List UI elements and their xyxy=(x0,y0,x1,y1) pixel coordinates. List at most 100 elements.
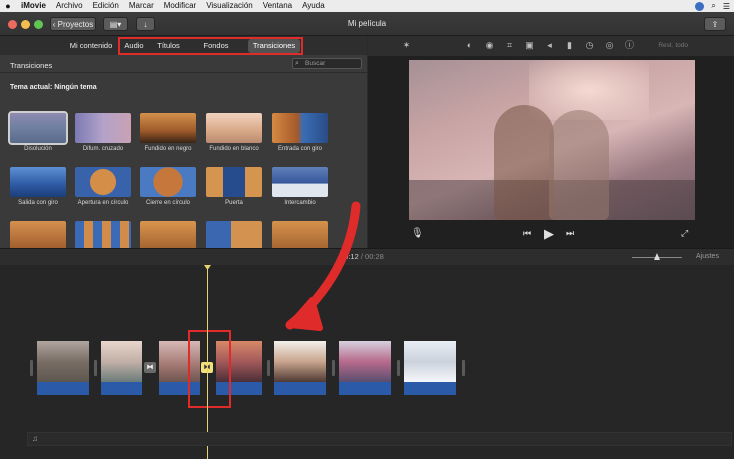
color-balance-icon[interactable]: ◐ xyxy=(464,40,475,51)
tab-mi-contenido[interactable]: Mi contenido xyxy=(66,39,116,53)
preview-person-left xyxy=(494,105,554,220)
search-input[interactable]: ⌕ Buscar xyxy=(292,58,362,69)
clip-edge-handle[interactable] xyxy=(94,360,97,376)
settings-button[interactable]: Ajustes xyxy=(696,253,719,260)
microphone-icon[interactable]: 🎙 xyxy=(411,228,424,239)
imovie-window: ● iMovie Archivo Edición Marcar Modifica… xyxy=(0,0,734,459)
transition-thumbnail xyxy=(206,167,262,197)
clip-thumbnail xyxy=(37,341,89,382)
clip-5[interactable] xyxy=(274,341,326,395)
menu-bar: ● iMovie Archivo Edición Marcar Modifica… xyxy=(0,0,734,12)
clip-6[interactable] xyxy=(339,341,391,395)
transition-label: Fundido en blanco xyxy=(209,146,259,152)
clip-edge-handle[interactable] xyxy=(30,360,33,376)
play-icon[interactable]: ▶ xyxy=(544,226,554,242)
clip-edge-handle[interactable] xyxy=(267,360,270,376)
reset-all-button[interactable]: Rest. todo xyxy=(658,40,688,51)
user-avatar-icon[interactable] xyxy=(695,1,705,11)
fullscreen-icon[interactable]: ⤢ xyxy=(681,228,688,239)
transition-label: Fundido en negro xyxy=(144,146,192,152)
transition-thumbnail xyxy=(8,111,68,145)
clip-7[interactable] xyxy=(404,341,456,395)
preview-person-right xyxy=(549,110,609,220)
transition-icon[interactable]: ⧓ xyxy=(144,362,156,373)
transition-label: Difum. cruzado xyxy=(82,146,124,152)
transition-disolucion[interactable]: Disolución xyxy=(8,111,68,152)
transition-label: Cierre en círculo xyxy=(145,200,190,206)
transition-thumbnail xyxy=(10,221,66,248)
transition-puerta[interactable]: Puerta xyxy=(206,167,262,206)
crop-icon[interactable]: ⌗ xyxy=(504,40,515,51)
skip-forward-icon[interactable]: ⏭ xyxy=(566,228,574,239)
total-time: 00:28 xyxy=(365,252,384,261)
section-title: Transiciones xyxy=(10,61,53,70)
playhead[interactable] xyxy=(207,265,208,459)
skip-back-icon[interactable]: ⏮ xyxy=(523,228,531,239)
background-music-well[interactable]: ♫ xyxy=(27,432,732,446)
transition-label: Intercambio xyxy=(284,200,316,206)
transition-item[interactable] xyxy=(272,221,328,248)
transition-thumbnail xyxy=(272,221,328,248)
transition-item[interactable] xyxy=(75,221,131,248)
list-menu-icon[interactable]: ☰ xyxy=(723,2,730,11)
browser-tab-bar: Mi contenido Audio Títulos Fondos Transi… xyxy=(0,36,367,55)
clip-edge-handle[interactable] xyxy=(397,360,400,376)
transition-thumbnail xyxy=(272,167,328,197)
transition-apertura-circulo[interactable]: Apertura en círculo xyxy=(75,167,131,206)
stabilization-icon[interactable]: ▣ xyxy=(524,40,535,51)
clip-thumbnail xyxy=(404,341,456,382)
transition-item[interactable] xyxy=(206,221,262,248)
clip-1[interactable] xyxy=(37,341,89,395)
menu-ayuda[interactable]: Ayuda xyxy=(297,0,330,12)
menu-edicion[interactable]: Edición xyxy=(88,0,124,12)
apple-menu-icon[interactable]: ● xyxy=(0,1,16,11)
clip-thumbnail xyxy=(274,341,326,382)
transition-item[interactable] xyxy=(10,221,66,248)
transition-cierre-circulo[interactable]: Cierre en círculo xyxy=(140,167,196,206)
menu-marcar[interactable]: Marcar xyxy=(124,0,159,12)
audio-waveform xyxy=(37,382,89,395)
transition-thumbnail xyxy=(206,221,262,248)
current-time: 00:12 xyxy=(340,252,359,261)
search-spotlight-icon[interactable]: ⌕ xyxy=(711,1,715,11)
clip-thumbnail xyxy=(101,341,142,382)
clip-edge-handle[interactable] xyxy=(462,360,465,376)
transition-salida-giro[interactable]: Salida con giro xyxy=(10,167,66,206)
transition-difum-cruzado[interactable]: Difum. cruzado xyxy=(75,113,131,152)
magic-wand-icon[interactable]: ✶ xyxy=(401,40,412,51)
transition-thumbnail xyxy=(140,113,196,143)
share-button[interactable]: ⇪ xyxy=(704,17,726,31)
audio-waveform xyxy=(404,382,456,395)
highlight-box-tabs xyxy=(118,37,303,55)
transition-label: Apertura en círculo xyxy=(77,200,129,206)
audio-waveform xyxy=(274,382,326,395)
search-placeholder: Buscar xyxy=(305,60,326,67)
noise-reduction-icon[interactable]: ▮ xyxy=(564,40,575,51)
menu-archivo[interactable]: Archivo xyxy=(51,0,88,12)
transition-fundido-negro[interactable]: Fundido en negro xyxy=(140,113,196,152)
menu-app-name[interactable]: iMovie xyxy=(16,0,51,12)
clip-thumbnail xyxy=(339,341,391,382)
menu-ventana[interactable]: Ventana xyxy=(258,0,297,12)
transition-fundido-blanco[interactable]: Fundido en blanco xyxy=(206,113,262,152)
transition-intercambio[interactable]: Intercambio xyxy=(272,167,328,206)
transition-entrada-giro[interactable]: Entrada con giro xyxy=(272,113,328,152)
window-title: Mi película xyxy=(347,19,387,28)
transition-thumbnail xyxy=(75,113,131,143)
clip-2[interactable] xyxy=(101,341,142,395)
menu-visualizacion[interactable]: Visualización xyxy=(201,0,258,12)
color-correction-icon[interactable]: ◉ xyxy=(484,40,495,51)
transition-label: Salida con giro xyxy=(18,200,58,206)
music-note-icon: ♫ xyxy=(32,434,38,443)
info-icon[interactable]: ⓘ xyxy=(624,40,635,51)
volume-icon[interactable]: ◂ xyxy=(544,40,555,51)
menu-modificar[interactable]: Modificar xyxy=(159,0,201,12)
transition-label: Puerta xyxy=(225,200,243,206)
speed-icon[interactable]: ◷ xyxy=(584,40,595,51)
transition-thumbnail xyxy=(140,221,196,248)
transition-thumbnail xyxy=(272,113,328,143)
transition-label: Disolución xyxy=(24,146,52,152)
clip-edge-handle[interactable] xyxy=(332,360,335,376)
clip-filter-icon[interactable]: ◎ xyxy=(604,40,615,51)
transition-item[interactable] xyxy=(140,221,196,248)
